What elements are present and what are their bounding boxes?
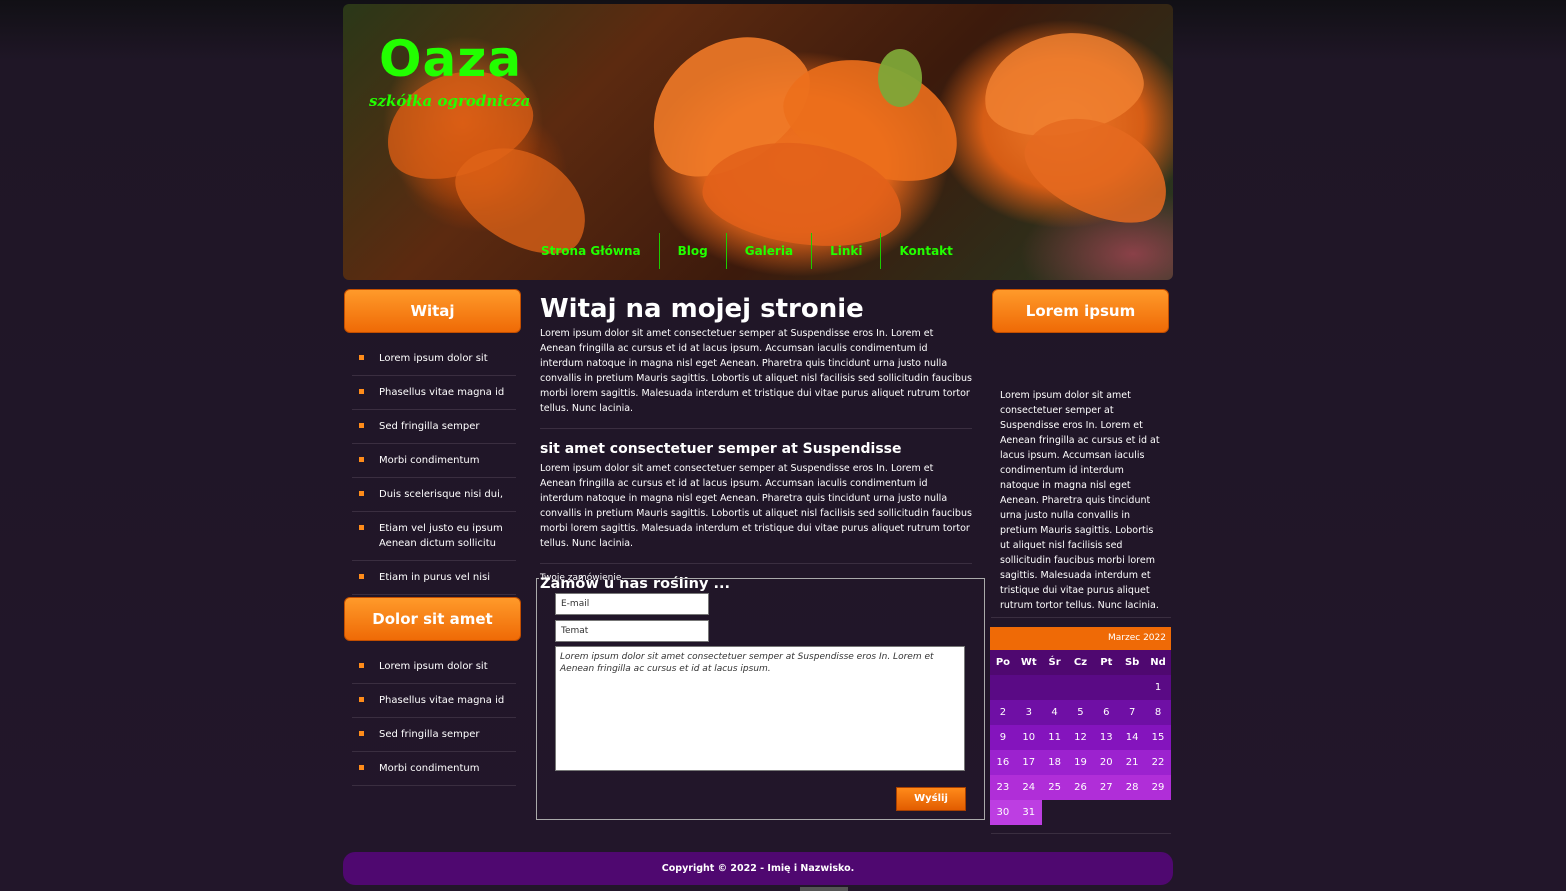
- calendar-day-header: Wt: [1015, 650, 1042, 675]
- calendar-cell: [1042, 800, 1068, 825]
- calendar-table: Po Wt Śr Cz Pt Sb Nd 1 2 3 4 5 6 7 8 9 1…: [990, 650, 1171, 825]
- calendar-day[interactable]: 4: [1041, 700, 1068, 725]
- calendar-day[interactable]: 30: [990, 800, 1016, 825]
- calendar-cell: [1093, 800, 1119, 825]
- header-banner: Oaza szkółka ogrodnicza Strona Główna Bl…: [343, 4, 1173, 280]
- right-divider: [991, 617, 1171, 618]
- calendar-day[interactable]: 19: [1067, 750, 1094, 775]
- calendar-day[interactable]: 21: [1119, 750, 1146, 775]
- sidebar-menu-welcome: Lorem ipsum dolor sit Phasellus vitae ma…: [352, 342, 516, 595]
- calendar-cell: [1119, 800, 1145, 825]
- calendar-day-header: Śr: [1041, 650, 1068, 675]
- calendar-day-header: Cz: [1067, 650, 1094, 675]
- calendar-day[interactable]: 17: [1015, 750, 1042, 775]
- nav-link-gallery[interactable]: Galeria: [725, 233, 811, 269]
- sidebar-menu-item[interactable]: Phasellus vitae magna id: [352, 684, 516, 718]
- lily-bud-image: [878, 49, 922, 107]
- sidebar-menu-item[interactable]: Morbi condimentum: [352, 444, 516, 478]
- calendar-day[interactable]: 9: [990, 725, 1016, 750]
- subject-field[interactable]: Temat: [555, 620, 709, 642]
- sidebar-menu-item[interactable]: Lorem ipsum dolor sit: [352, 650, 516, 684]
- calendar-day[interactable]: 6: [1093, 700, 1120, 725]
- calendar-day[interactable]: 7: [1119, 700, 1146, 725]
- calendar-day[interactable]: 3: [1015, 700, 1042, 725]
- sidebar-menu-item[interactable]: Phasellus vitae magna id: [352, 376, 516, 410]
- order-form-legend: Twoje zamówienie: [540, 573, 622, 583]
- nav-link-home[interactable]: Strona Główna: [523, 233, 659, 269]
- calendar-day[interactable]: 12: [1067, 725, 1094, 750]
- calendar-cell: [1119, 675, 1146, 700]
- calendar-cell: [990, 675, 1016, 700]
- calendar-day[interactable]: 5: [1067, 700, 1094, 725]
- main-nav: Strona Główna Blog Galeria Linki Kontakt: [523, 233, 971, 269]
- calendar-day[interactable]: 28: [1119, 775, 1146, 800]
- sidebar-menu-item[interactable]: Sed fringilla semper: [352, 410, 516, 444]
- right-divider: [991, 833, 1171, 834]
- calendar-day[interactable]: 31: [1015, 800, 1042, 825]
- sidebar-menu-item[interactable]: Etiam in purus vel nisi: [352, 561, 516, 595]
- calendar-day[interactable]: 26: [1067, 775, 1094, 800]
- section-heading: sit amet consectetuer semper at Suspendi…: [540, 441, 902, 457]
- calendar-day[interactable]: 16: [990, 750, 1016, 775]
- calendar-cell: [1041, 675, 1068, 700]
- site-logo[interactable]: Oaza: [379, 30, 522, 88]
- sidebar-box-title-welcome: Witaj: [344, 289, 521, 333]
- sidebar-menu-item[interactable]: Lorem ipsum dolor sit: [352, 342, 516, 376]
- footer: Copyright © 2022 - Imię i Nazwisko.: [343, 852, 1173, 885]
- calendar-day-header: Pt: [1093, 650, 1120, 675]
- right-box-text: Lorem ipsum dolor sit amet consectetuer …: [1000, 390, 1160, 611]
- calendar: Marzec 2022 Po Wt Śr Cz Pt Sb Nd 1 2 3 4…: [990, 627, 1171, 825]
- calendar-day[interactable]: 2: [990, 700, 1016, 725]
- calendar-day[interactable]: 11: [1041, 725, 1068, 750]
- calendar-day-header: Po: [990, 650, 1016, 675]
- calendar-day[interactable]: 29: [1145, 775, 1171, 800]
- calendar-day[interactable]: 27: [1093, 775, 1120, 800]
- calendar-day[interactable]: 25: [1041, 775, 1068, 800]
- calendar-day[interactable]: 10: [1015, 725, 1042, 750]
- sidebar-menu-item[interactable]: Duis scelerisque nisi dui,: [352, 478, 516, 512]
- nav-link-blog[interactable]: Blog: [658, 233, 726, 269]
- calendar-day-header: Sb: [1119, 650, 1146, 675]
- message-textarea[interactable]: Lorem ipsum dolor sit amet consectetuer …: [555, 646, 965, 771]
- calendar-day[interactable]: 22: [1145, 750, 1171, 775]
- sidebar-box-title-dolor: Dolor sit amet: [344, 597, 521, 641]
- calendar-day[interactable]: 24: [1015, 775, 1042, 800]
- email-field[interactable]: E-mail: [555, 593, 709, 615]
- scrollbar-thumb[interactable]: [800, 887, 848, 891]
- calendar-cell: [1093, 675, 1120, 700]
- calendar-day[interactable]: 8: [1145, 700, 1171, 725]
- sidebar-menu-item[interactable]: Sed fringilla semper: [352, 718, 516, 752]
- calendar-cell: [1067, 675, 1094, 700]
- calendar-cell: [1145, 800, 1171, 825]
- calendar-day[interactable]: 20: [1093, 750, 1120, 775]
- calendar-day[interactable]: 14: [1119, 725, 1146, 750]
- intro-paragraph: Lorem ipsum dolor sit amet consectetuer …: [540, 328, 972, 414]
- content-divider: [540, 428, 972, 429]
- nav-link-contact[interactable]: Kontakt: [880, 233, 970, 269]
- nav-link-links[interactable]: Linki: [811, 233, 880, 269]
- sidebar-menu-dolor: Lorem ipsum dolor sit Phasellus vitae ma…: [352, 650, 516, 786]
- calendar-day-header: Nd: [1145, 650, 1171, 675]
- calendar-cell: [1015, 675, 1042, 700]
- main-content: Witaj na mojej stronie Lorem ipsum dolor…: [540, 292, 972, 598]
- calendar-day[interactable]: 13: [1093, 725, 1120, 750]
- sidebar-menu-item[interactable]: Morbi condimentum: [352, 752, 516, 786]
- calendar-cell: [1068, 800, 1094, 825]
- page-title: Witaj na mojej stronie: [540, 294, 864, 324]
- calendar-day[interactable]: 18: [1041, 750, 1068, 775]
- calendar-day[interactable]: 23: [990, 775, 1016, 800]
- calendar-day[interactable]: 1: [1145, 675, 1171, 700]
- right-box-title: Lorem ipsum: [992, 289, 1169, 333]
- sidebar-menu-item[interactable]: Etiam vel justo eu ipsum Aenean dictum s…: [352, 512, 516, 561]
- calendar-day[interactable]: 15: [1145, 725, 1171, 750]
- site-tagline: szkółka ogrodnicza: [369, 92, 531, 110]
- submit-button[interactable]: Wyślij: [896, 787, 966, 811]
- content-divider: [540, 563, 972, 564]
- calendar-caption: Marzec 2022: [990, 627, 1171, 650]
- section-paragraph: Lorem ipsum dolor sit amet consectetuer …: [540, 463, 972, 549]
